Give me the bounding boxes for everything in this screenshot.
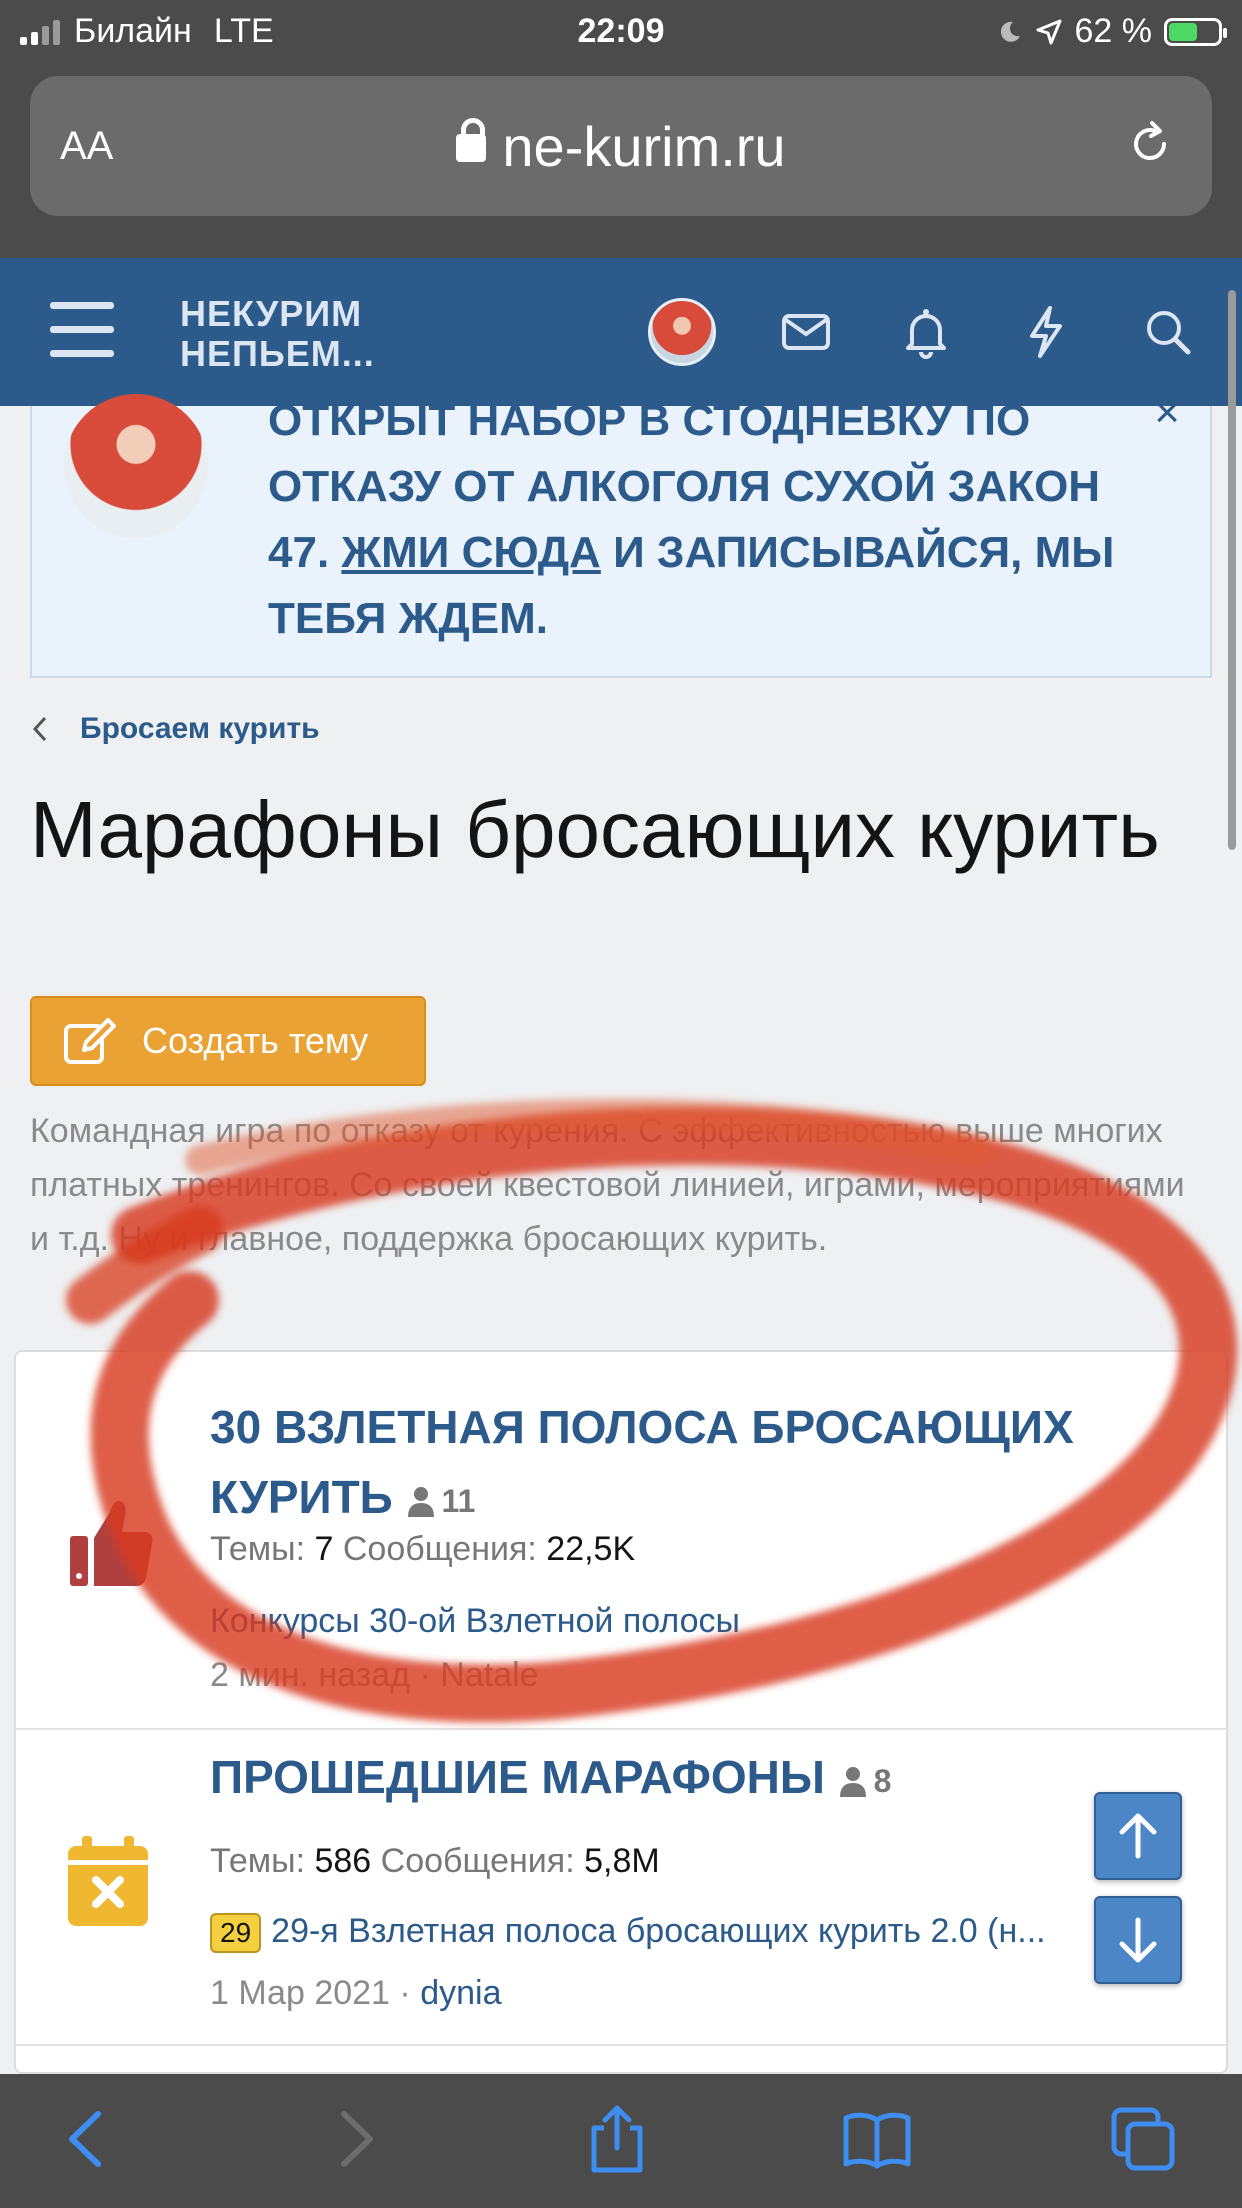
notice-avatar bbox=[64, 394, 208, 538]
url-display[interactable]: ne-kurim.ru bbox=[30, 114, 1212, 179]
forum-users: 8 bbox=[838, 1746, 892, 1816]
notice-text: ОТКРЫТ НАБОР В СТОДНЕВКУ ПО ОТКАЗУ ОТ АЛ… bbox=[268, 388, 1138, 652]
forward-icon[interactable] bbox=[320, 2104, 390, 2174]
back-icon[interactable] bbox=[52, 2104, 122, 2174]
notice-banner: ОТКРЫТ НАБОР В СТОДНЕВКУ ПО ОТКАЗУ ОТ АЛ… bbox=[30, 388, 1212, 678]
status-bar: Билайн LTE 22:09 62 % bbox=[0, 0, 1242, 66]
close-icon[interactable]: × bbox=[1154, 388, 1180, 438]
create-topic-button[interactable]: Создать тему bbox=[30, 996, 426, 1086]
last-post-title[interactable]: 29-я Взлетная полоса бросающих курить 2.… bbox=[271, 1912, 1045, 1950]
thumbs-up-icon bbox=[70, 1501, 153, 1586]
create-topic-label: Создать тему bbox=[142, 1020, 369, 1061]
bookmarks-icon[interactable] bbox=[842, 2104, 912, 2174]
battery-percent: 62 % bbox=[1074, 12, 1153, 50]
mail-icon[interactable] bbox=[778, 304, 834, 360]
forum-row[interactable]: 30 ВЗЛЕТНАЯ ПОЛОСА БРОСАЮЩИХ КУРИТЬ 11 Т… bbox=[16, 1352, 1226, 1730]
menu-icon[interactable] bbox=[50, 302, 114, 358]
forum-title[interactable]: ПРОШЕДШИЕ МАРАФОНЫ 8 bbox=[210, 1742, 1210, 1816]
meta-separator: · bbox=[399, 1974, 411, 2012]
prefix-badge: 29 bbox=[210, 1913, 262, 1954]
breadcrumb-label[interactable]: Бросаем курить bbox=[80, 712, 320, 746]
forum-users: 11 bbox=[406, 1466, 476, 1536]
logo-line2: НЕПЬЕМ... bbox=[180, 333, 375, 374]
logo-line1: НЕКУРИМ bbox=[180, 293, 363, 334]
forum-users-count: 11 bbox=[441, 1482, 476, 1519]
notice-link[interactable]: ЖМИ СЮДА bbox=[341, 528, 600, 577]
forum-users-count: 8 bbox=[873, 1762, 892, 1799]
moon-icon bbox=[1000, 21, 1020, 42]
last-post-user[interactable]: Natale bbox=[440, 1656, 538, 1694]
share-icon[interactable] bbox=[582, 2104, 652, 2174]
status-right: 62 % bbox=[997, 12, 1227, 51]
page-title: Марафоны бросающих курить bbox=[30, 785, 1160, 874]
edit-icon bbox=[64, 1018, 116, 1064]
last-post-user[interactable]: dynia bbox=[420, 1974, 501, 2012]
last-post-meta: 2 мин. назад · Natale bbox=[210, 1656, 539, 1695]
messages-label: Сообщения: bbox=[342, 1530, 537, 1568]
forum-title-text[interactable]: ПРОШЕДШИЕ МАРАФОНЫ bbox=[210, 1751, 825, 1803]
messages-label: Сообщения: bbox=[380, 1842, 575, 1880]
topics-label: Темы: bbox=[210, 1530, 306, 1568]
forum-title-text[interactable]: 30 ВЗЛЕТНАЯ ПОЛОСА БРОСАЮЩИХ КУРИТЬ bbox=[210, 1401, 1074, 1523]
forum-stats: Темы: 586 Сообщения: 5,8M bbox=[210, 1842, 660, 1881]
topics-count: 586 bbox=[314, 1842, 372, 1880]
page-scrollbar[interactable] bbox=[1228, 290, 1236, 850]
arrow-down-icon bbox=[1119, 1917, 1157, 1963]
topics-count: 7 bbox=[314, 1530, 334, 1568]
last-post-link[interactable]: 29 29-я Взлетная полоса бросающих курить … bbox=[210, 1912, 1046, 1954]
bell-icon[interactable] bbox=[898, 304, 954, 360]
messages-count: 22,5K bbox=[546, 1530, 636, 1568]
tabs-icon[interactable] bbox=[1108, 2104, 1178, 2174]
scroll-up-button[interactable] bbox=[1094, 1792, 1182, 1880]
lock-icon bbox=[456, 118, 487, 162]
forum-title[interactable]: 30 ВЗЛЕТНАЯ ПОЛОСА БРОСАЮЩИХ КУРИТЬ 11 bbox=[210, 1392, 1210, 1536]
forum-row[interactable]: ПРОШЕДШИЕ МАРАФОНЫ 8 Темы: 586 Сообщения… bbox=[16, 1730, 1226, 2046]
calendar-x-icon bbox=[68, 1836, 148, 1926]
last-post-time: 1 Мар 2021 bbox=[210, 1974, 390, 2012]
user-avatar[interactable] bbox=[648, 298, 716, 366]
search-icon[interactable] bbox=[1140, 304, 1196, 360]
forum-list: 30 ВЗЛЕТНАЯ ПОЛОСА БРОСАЮЩИХ КУРИТЬ 11 Т… bbox=[14, 1350, 1228, 2074]
address-bar[interactable]: AA ne-kurim.ru bbox=[30, 76, 1212, 216]
reload-icon[interactable] bbox=[1124, 118, 1176, 170]
topics-label: Темы: bbox=[210, 1842, 306, 1880]
breadcrumb[interactable]: Бросаем курить bbox=[30, 712, 320, 746]
arrow-up-icon bbox=[1119, 1813, 1157, 1859]
browser-top-bar: AA ne-kurim.ru bbox=[0, 66, 1242, 258]
scroll-down-button[interactable] bbox=[1094, 1896, 1182, 1984]
location-arrow-icon bbox=[1036, 19, 1061, 44]
last-post-time: 2 мин. назад bbox=[210, 1656, 411, 1694]
meta-separator: · bbox=[419, 1656, 431, 1694]
site-header: НЕКУРИМ НЕПЬЕМ... bbox=[0, 258, 1242, 406]
url-text: ne-kurim.ru bbox=[502, 115, 786, 178]
user-icon bbox=[839, 1766, 866, 1797]
lightning-icon[interactable] bbox=[1018, 304, 1074, 360]
site-logo[interactable]: НЕКУРИМ НЕПЬЕМ... bbox=[180, 294, 375, 374]
browser-bottom-toolbar bbox=[0, 2074, 1242, 2208]
last-post-link[interactable]: Конкурсы 30-ой Взлетной полосы bbox=[210, 1602, 740, 1641]
forum-stats: Темы: 7 Сообщения: 22,5K bbox=[210, 1530, 635, 1569]
user-icon bbox=[407, 1486, 434, 1517]
messages-count: 5,8M bbox=[584, 1842, 660, 1880]
forum-description: Командная игра по отказу от курения. С э… bbox=[30, 1112, 1185, 1258]
battery-icon bbox=[1164, 17, 1227, 46]
chevron-left-icon bbox=[32, 716, 47, 742]
last-post-meta: 1 Мар 2021 · dynia bbox=[210, 1974, 501, 2013]
